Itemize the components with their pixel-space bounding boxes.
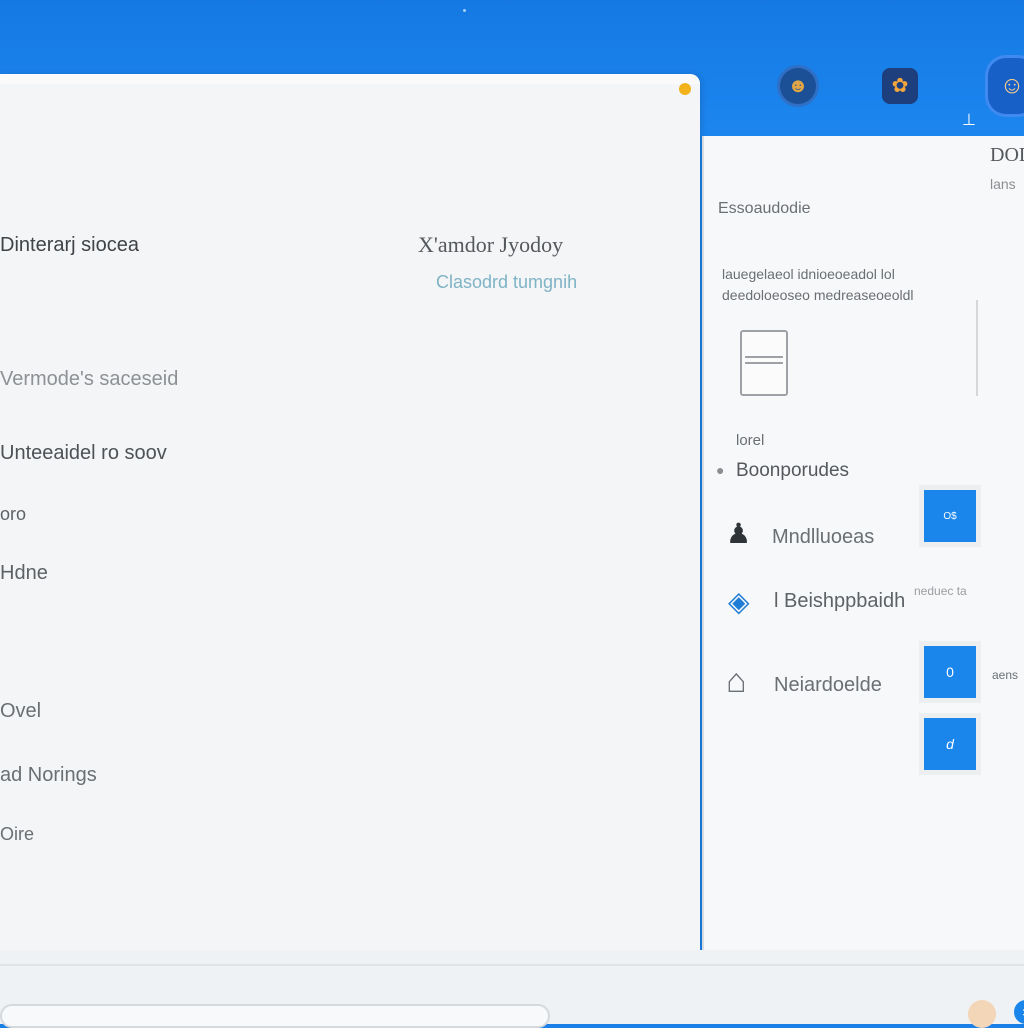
avatar-user-2[interactable]: ✿ [882, 68, 918, 104]
side-tag-right: aens [992, 668, 1019, 682]
action-button-1[interactable]: O$ [924, 490, 976, 542]
side-panel-title: DOD [990, 144, 1024, 166]
pin-icon[interactable]: ⊥ [962, 110, 976, 130]
side-description-line-2: deedoloeoseo medreaseoeoldl [722, 287, 914, 303]
nav-item-2[interactable]: Unteeaidel ro soov [0, 442, 167, 465]
side-panel-heading: Essoaudodie [718, 200, 811, 217]
avatar-user-1[interactable]: ☻ [780, 68, 816, 104]
side-small-label: lorel [736, 432, 765, 449]
stylus-line-icon [952, 300, 978, 396]
document-icon [740, 330, 788, 396]
main-right-subtitle[interactable]: Clasodrd tumgnih [436, 272, 577, 293]
badge-icon: ◈ [728, 586, 750, 617]
nav-item-4[interactable]: Hdne [0, 562, 48, 585]
person-icon: ♟ [726, 518, 752, 549]
side-description-line-1: lauegelaeol idnioeoeadol lol [722, 266, 895, 282]
avatar-glyph-1: ☻ [787, 75, 809, 97]
status-dot-icon[interactable] [679, 83, 691, 95]
search-input[interactable] [0, 1004, 550, 1028]
side-panel-subtitle: lans [990, 176, 1016, 192]
document-icon-line [745, 362, 783, 364]
nav-item-7[interactable]: Oire [0, 824, 34, 845]
side-item-label-1[interactable]: Boonporudes [736, 460, 849, 482]
nav-item-3[interactable]: oro [0, 504, 26, 525]
avatar-glyph-2: ✿ [891, 75, 909, 97]
taskbar-divider [0, 964, 1024, 966]
side-item-label-2[interactable]: Mndlluoeas [772, 526, 874, 549]
nav-item-1[interactable]: Vermode's saceseid [0, 368, 178, 391]
avatar-user-3[interactable]: ☺ [988, 58, 1024, 114]
action-button-3[interactable]: d [924, 718, 976, 770]
bullet-icon: ● [716, 462, 725, 478]
main-left-title: Dinterarj siocea [0, 234, 139, 256]
main-right-title: X'amdor Jyodoy [418, 232, 564, 257]
header-dot [463, 9, 466, 12]
side-item-label-4[interactable]: Neiardoelde [774, 674, 882, 697]
document-icon-line [745, 356, 783, 358]
nav-item-5[interactable]: Ovel [0, 700, 41, 723]
nav-item-6[interactable]: ad Norings [0, 764, 97, 787]
main-window-titlebar [0, 74, 700, 84]
side-item-label-3[interactable]: l Beishppbaidh [774, 590, 905, 613]
avatar-glyph-3: ☺ [999, 72, 1024, 99]
side-tag-note: neduec ta [914, 584, 967, 598]
main-window: Dinterarj siocea X'amdor Jyodoy Clasodrd… [0, 74, 700, 950]
action-button-2[interactable]: 0 [924, 646, 976, 698]
pen-icon: ⌂ [726, 662, 747, 700]
